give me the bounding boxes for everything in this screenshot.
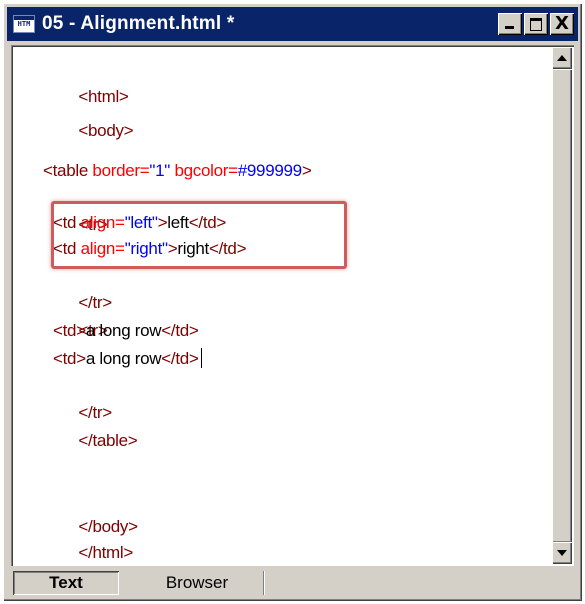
close-button[interactable]: X [550, 13, 574, 35]
code-line: </body> [43, 485, 138, 536]
html-file-icon: HTM [13, 15, 35, 33]
code-line: <table border="1" bgcolor=#999999> [43, 157, 312, 185]
tag-token: <td> [53, 321, 86, 340]
vertical-scrollbar[interactable] [552, 47, 572, 564]
tag-token: <body> [78, 121, 134, 140]
code-line: </tr> [43, 371, 112, 422]
code-line: <td>a long row</td> [53, 317, 199, 345]
maximize-button[interactable] [524, 13, 548, 35]
tag-token: <td> [53, 349, 86, 368]
scroll-down-button[interactable] [552, 542, 572, 564]
text-token: a long row [85, 321, 162, 340]
tag-token: </td> [161, 349, 199, 368]
window-title: 05 - Alignment.html * [42, 13, 235, 34]
tag-token: > [301, 161, 312, 180]
code-editor[interactable]: <html> <body> <table border="1" bgcolor=… [11, 45, 574, 566]
scroll-up-button[interactable] [552, 47, 572, 69]
code-line: </table> [43, 399, 137, 450]
code-line: <body> [43, 89, 133, 140]
tab-browser[interactable]: Browser [131, 571, 264, 595]
tab-text[interactable]: Text [13, 571, 119, 595]
tag-token: <table [43, 161, 93, 180]
tag-token: </td> [161, 321, 199, 340]
code-line: <td>a long row</td> [53, 345, 202, 373]
scroll-thumb[interactable] [552, 69, 572, 543]
text-cursor [200, 348, 202, 368]
attribute-token: bgcolor= [174, 161, 238, 180]
text-token: a long row [85, 349, 162, 368]
value-token: #999999 [237, 161, 302, 180]
code-line: <html> [43, 55, 128, 106]
editor-window: HTM 05 - Alignment.html * X <html> <body… [3, 3, 582, 601]
code-line: </html> [43, 511, 133, 562]
code-area[interactable]: <html> <body> <table border="1" bgcolor=… [13, 47, 552, 564]
tag-token: </table> [78, 431, 138, 450]
code-line: <tr> [43, 289, 107, 340]
attribute-token: border= [92, 161, 150, 180]
title-bar[interactable]: HTM 05 - Alignment.html * X [7, 7, 578, 41]
value-token: "1" [149, 161, 175, 180]
tag-token: </html> [78, 543, 133, 562]
highlight-box [51, 201, 347, 269]
minimize-button[interactable] [498, 13, 522, 35]
window-controls: X [496, 13, 574, 35]
view-tab-bar: Text Browser [11, 569, 574, 597]
